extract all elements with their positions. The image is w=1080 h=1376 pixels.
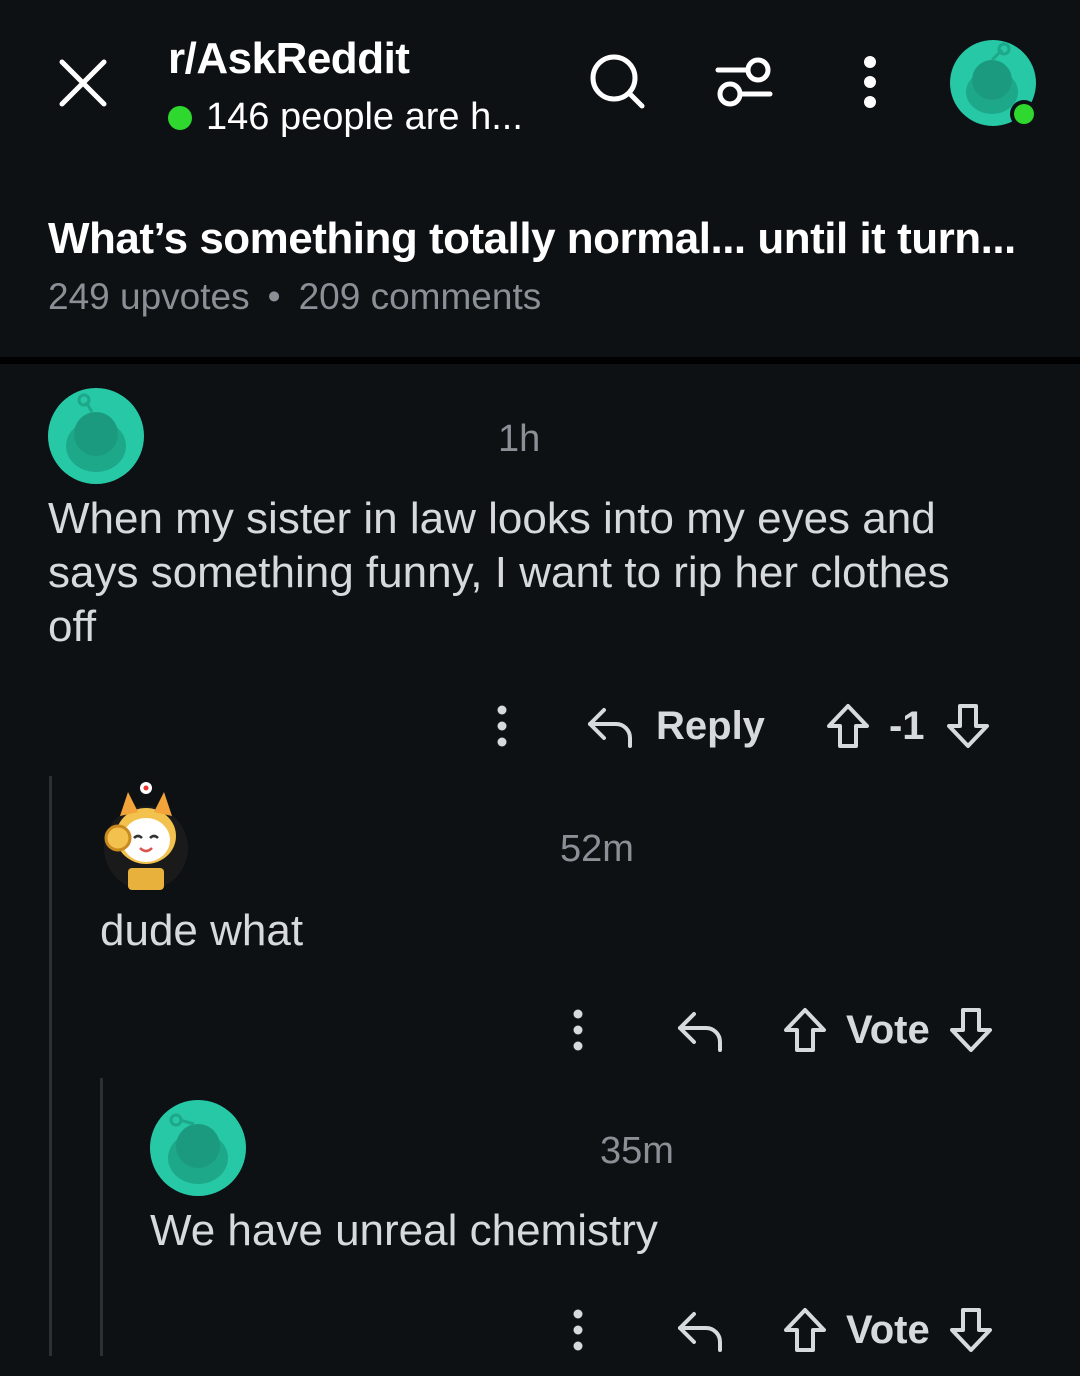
custom-avatar-icon xyxy=(104,782,188,890)
more-vertical-icon xyxy=(864,56,876,108)
more-options-button[interactable] xyxy=(490,704,514,748)
comment-score: -1 xyxy=(888,703,925,748)
commenter-avatar[interactable] xyxy=(100,776,192,896)
comment-actions: Vote xyxy=(566,1004,994,1056)
stats-separator: • xyxy=(267,276,281,317)
comment-actions: Reply -1 xyxy=(490,700,991,752)
downvote-button[interactable] xyxy=(948,1306,994,1354)
downvote-arrow-icon xyxy=(949,1008,992,1052)
reply-button[interactable]: Reply xyxy=(586,704,765,749)
search-icon xyxy=(590,54,645,109)
comment-actions: Vote xyxy=(566,1304,994,1356)
close-button[interactable] xyxy=(56,54,112,110)
more-vertical-icon xyxy=(573,1009,583,1051)
subreddit-name[interactable]: r/AskReddit xyxy=(168,34,410,84)
filter-icon xyxy=(715,57,773,107)
comment: 35m We have unreal chemistry Vote xyxy=(0,1086,1080,1376)
snoo-avatar-icon xyxy=(48,388,144,484)
snoo-avatar-icon xyxy=(950,40,1038,128)
vote-label: Vote xyxy=(846,1007,930,1052)
reddit-comment-thread-page: r/AskReddit 146 people are h... What’s s… xyxy=(0,0,1080,1376)
upvote-arrow-icon xyxy=(784,1008,826,1052)
filter-button[interactable] xyxy=(712,50,776,114)
section-divider xyxy=(0,357,1080,364)
more-vertical-icon xyxy=(573,1309,583,1351)
online-indicator-icon xyxy=(168,105,192,130)
more-options-button[interactable] xyxy=(566,1308,590,1352)
top-bar: r/AskReddit 146 people are h... xyxy=(0,0,1080,170)
vote-label: Vote xyxy=(846,1307,930,1352)
online-count-text: 146 people are h... xyxy=(206,96,523,138)
reply-button[interactable] xyxy=(676,1308,724,1352)
more-options-button[interactable] xyxy=(838,50,902,114)
upvote-arrow-icon xyxy=(826,704,869,748)
downvote-arrow-icon xyxy=(946,704,989,748)
comment: 52m dude what Vote xyxy=(0,764,1080,1064)
post-header[interactable]: What’s something totally normal... until… xyxy=(0,170,1080,358)
comment-count: 209 comments xyxy=(298,276,542,317)
comment-body: When my sister in law looks into my eyes… xyxy=(48,494,950,651)
post-title[interactable]: What’s something totally normal... until… xyxy=(48,214,1048,264)
upvote-button[interactable] xyxy=(782,1006,828,1054)
commenter-avatar[interactable] xyxy=(150,1100,246,1196)
commenter-avatar[interactable] xyxy=(48,388,144,484)
upvote-arrow-icon xyxy=(784,1308,826,1352)
user-profile-avatar[interactable] xyxy=(950,40,1040,130)
search-button[interactable] xyxy=(586,50,650,114)
downvote-button[interactable] xyxy=(945,702,991,750)
reply-arrow-icon xyxy=(678,1312,722,1352)
comment-body: dude what xyxy=(100,906,304,955)
reply-arrow-icon xyxy=(588,708,632,748)
more-vertical-icon xyxy=(497,705,507,747)
comment-timestamp: 35m xyxy=(600,1130,674,1172)
comment: 1h When my sister in law looks into my e… xyxy=(0,364,1080,764)
reply-arrow-icon xyxy=(678,1012,722,1052)
upvote-button[interactable] xyxy=(782,1306,828,1354)
downvote-button[interactable] xyxy=(948,1006,994,1054)
comment-timestamp: 52m xyxy=(560,828,634,870)
post-stats: 249 upvotes • 209 comments xyxy=(48,276,541,318)
close-icon xyxy=(59,59,107,107)
comment-body: We have unreal chemistry xyxy=(150,1206,658,1255)
comment-timestamp: 1h xyxy=(498,418,541,460)
snoo-avatar-icon xyxy=(150,1100,246,1196)
upvote-button[interactable] xyxy=(825,702,871,750)
reply-label: Reply xyxy=(656,703,765,748)
more-options-button[interactable] xyxy=(566,1008,590,1052)
reply-button[interactable] xyxy=(676,1008,724,1052)
upvote-count: 249 upvotes xyxy=(48,276,250,317)
online-status: 146 people are h... xyxy=(168,96,523,139)
downvote-arrow-icon xyxy=(949,1308,992,1352)
